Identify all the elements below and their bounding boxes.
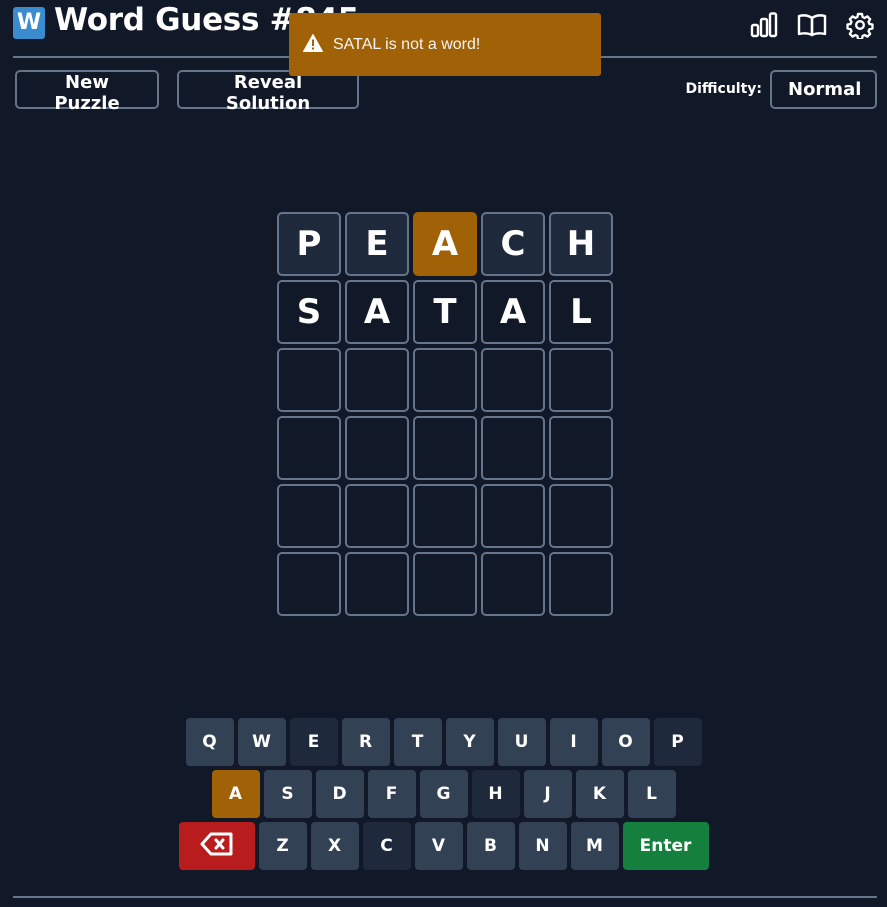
board-tile: E <box>345 212 409 276</box>
key-g[interactable]: G <box>419 770 468 818</box>
key-r[interactable]: R <box>341 718 390 766</box>
board-tile <box>345 484 409 548</box>
board-tile <box>481 348 545 412</box>
new-puzzle-button[interactable]: New Puzzle <box>15 70 159 114</box>
backspace-key[interactable] <box>178 822 255 870</box>
board-tile <box>413 348 477 412</box>
board-tile <box>277 348 341 412</box>
stats-icon[interactable] <box>747 10 781 40</box>
game-board: PEACHSATAL <box>277 212 613 616</box>
key-w[interactable]: W <box>237 718 286 766</box>
toolbar: New Puzzle Reveal Solution Difficulty: N… <box>15 70 877 114</box>
key-t[interactable]: T <box>393 718 442 766</box>
key-o[interactable]: O <box>601 718 650 766</box>
book-icon[interactable] <box>795 10 829 40</box>
board-tile <box>277 416 341 480</box>
key-s[interactable]: S <box>263 770 312 818</box>
backspace-icon <box>200 832 234 861</box>
board-tile: H <box>549 212 613 276</box>
board-tile <box>277 484 341 548</box>
gear-icon[interactable] <box>843 10 877 40</box>
key-d[interactable]: D <box>315 770 364 818</box>
warning-icon <box>303 33 323 56</box>
board-tile <box>413 484 477 548</box>
difficulty-button[interactable]: Normal <box>770 70 877 109</box>
board-tile <box>549 552 613 616</box>
key-y[interactable]: Y <box>445 718 494 766</box>
board-tile: A <box>413 212 477 276</box>
board-tile: L <box>549 280 613 344</box>
board-tile <box>413 552 477 616</box>
keyboard-row: ASDFGHJKL <box>0 770 887 818</box>
key-f[interactable]: F <box>367 770 416 818</box>
board-tile <box>345 416 409 480</box>
error-toast: SATAL is not a word! <box>289 13 601 76</box>
board-tile <box>481 416 545 480</box>
key-b[interactable]: B <box>466 822 515 870</box>
board-tile: A <box>481 280 545 344</box>
key-x[interactable]: X <box>310 822 359 870</box>
board-tile <box>345 348 409 412</box>
key-u[interactable]: U <box>497 718 546 766</box>
board-tile: C <box>481 212 545 276</box>
board-tile <box>549 348 613 412</box>
key-l[interactable]: L <box>627 770 676 818</box>
board-tile <box>549 416 613 480</box>
key-z[interactable]: Z <box>258 822 307 870</box>
key-j[interactable]: J <box>523 770 572 818</box>
key-k[interactable]: K <box>575 770 624 818</box>
logo: W <box>13 7 45 39</box>
footer-divider <box>13 896 877 898</box>
board-tile: S <box>277 280 341 344</box>
key-i[interactable]: I <box>549 718 598 766</box>
difficulty-label: Difficulty: <box>685 81 762 97</box>
board-tile: A <box>345 280 409 344</box>
key-a[interactable]: A <box>211 770 260 818</box>
board-tile <box>481 552 545 616</box>
board-tile: T <box>413 280 477 344</box>
key-n[interactable]: N <box>518 822 567 870</box>
key-p[interactable]: P <box>653 718 702 766</box>
key-c[interactable]: C <box>362 822 411 870</box>
key-h[interactable]: H <box>471 770 520 818</box>
enter-key[interactable]: Enter <box>622 822 709 870</box>
board-tile <box>549 484 613 548</box>
on-screen-keyboard: Q W E R T Y U I O P A S D F G H J K L Z X C V B N M Enter <box>0 718 887 874</box>
key-v[interactable]: V <box>414 822 463 870</box>
board-tile <box>277 552 341 616</box>
board-tile <box>345 552 409 616</box>
keyboard-row: QWERTYUIOP <box>0 718 887 766</box>
toast-message: SATAL is not a word! <box>333 35 481 53</box>
keyboard-row: Z X C V B N M Enter <box>0 822 887 870</box>
board-tile: P <box>277 212 341 276</box>
key-m[interactable]: M <box>570 822 619 870</box>
board-tile <box>413 416 477 480</box>
key-q[interactable]: Q <box>185 718 234 766</box>
board-tile <box>481 484 545 548</box>
header-icons <box>747 10 877 40</box>
key-e[interactable]: E <box>289 718 338 766</box>
